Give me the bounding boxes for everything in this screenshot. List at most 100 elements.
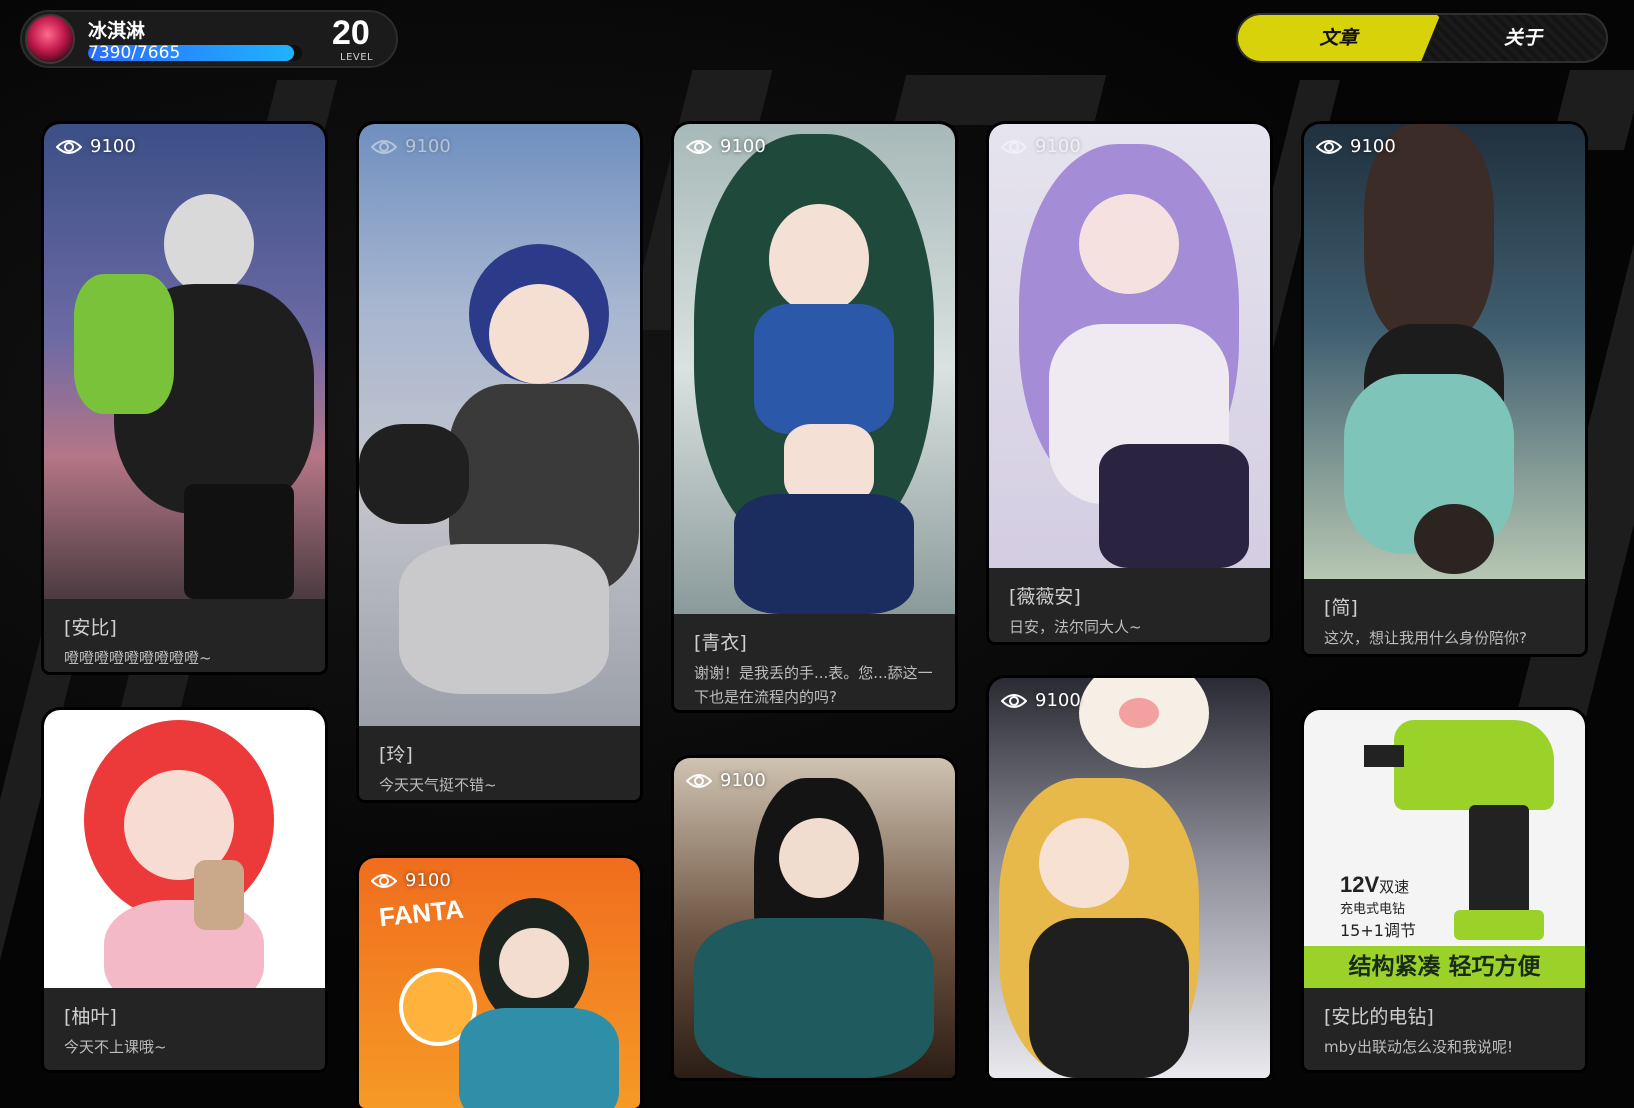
girl-with-headphones-illustration: 9100 [44,124,325,599]
card-description: 今天不上课哦~ [64,1035,305,1059]
card-description: mby出联动怎么没和我说呢! [1324,1035,1565,1059]
character-face [779,818,859,898]
view-count: 9100 [1001,136,1081,157]
blue-shorts [734,494,914,614]
drill-chuck [1364,745,1404,767]
eye-icon [56,138,82,156]
drill-banner: 结构紧凑 轻巧方便 [1304,946,1585,988]
card-description: 这次，想让我用什么身份陪你? [1324,626,1565,650]
article-card[interactable]: FANTA 9100 [359,858,640,1108]
view-count: 9100 [1316,136,1396,157]
article-card[interactable]: 9100 [989,678,1270,1078]
article-card[interactable]: [柚叶] 今天不上课哦~ [44,710,325,1070]
bg-stroke [894,75,1106,125]
card-title: [薇薇安] [1009,582,1250,609]
card-title: [安比的电钻] [1324,1002,1565,1029]
top-nav: 文章 关于 [1236,13,1608,63]
green-haired-girl-illustration: 9100 [674,124,955,614]
upside-down-girl-illustration: 9100 [1304,124,1585,579]
character-face [1079,194,1179,294]
drill-speed: 双速 [1379,878,1409,896]
card-description: 日安，法尔同大人~ [1009,615,1250,639]
dark-skirt [1099,444,1249,568]
character-legs [399,544,609,694]
drill-adjust: 15+1调节 [1340,917,1416,941]
view-count: 9100 [686,770,766,791]
article-card[interactable]: 9100 [薇薇安] 日安，法尔同大人~ [989,124,1270,642]
view-count: 9100 [371,136,451,157]
blonde-bear-girl-illustration: 9100 [989,678,1270,1078]
tab-articles[interactable]: 文章 [1236,13,1441,63]
purple-haired-girl-illustration: 9100 [989,124,1270,568]
girl-with-bunny-bot-illustration: 9100 [359,124,640,726]
card-title: [青衣] [694,628,935,655]
level-label: LEVEL [340,52,373,63]
bunny-bot [359,424,469,524]
article-card[interactable]: 9100 [玲] 今天天气挺不错~ [359,124,640,800]
view-count-value: 9100 [90,136,136,157]
eye-icon [1001,138,1027,156]
article-card[interactable]: 9100 [674,758,955,1078]
paw-pad [1119,698,1159,728]
view-count-value: 9100 [405,870,451,891]
card-description: 今天天气挺不错~ [379,773,620,797]
article-card[interactable]: 9100 [简] 这次，想让我用什么身份陪你? [1304,124,1585,654]
eye-icon [371,138,397,156]
drill-battery [1454,910,1544,940]
eye-icon [1001,692,1027,710]
red-haired-girl-with-tea-illustration [44,710,325,988]
dark-hair [1414,504,1494,574]
brand-logo: FANTA [378,894,466,934]
xp-text: 7390/7665 [88,43,180,63]
card-description: 谢谢！是我丢的手...表。您...舔这一下也是在流程内的吗? [694,661,935,709]
card-description: 噔噔噔噔噔噔噔噔噔~ [64,646,305,670]
eye-icon [686,138,712,156]
fanta-fox-girl-illustration: FANTA 9100 [359,858,640,1108]
card-title: [安比] [64,613,305,640]
view-count-value: 9100 [1035,136,1081,157]
teal-jacket [694,918,934,1078]
bubble-tea-cup [194,860,244,930]
eye-icon [686,772,712,790]
character-face [769,204,869,314]
character-face [1039,818,1129,908]
card-title: [柚叶] [64,1002,305,1029]
character-face [489,284,589,384]
drill-handle [1469,805,1529,915]
view-count-value: 9100 [1350,136,1396,157]
view-count: 9100 [1001,690,1081,711]
green-backpack [74,274,174,414]
article-card[interactable]: 12V双速 充电式电钻 15+1调节 结构紧凑 轻巧方便 [安比的电钻] mby… [1304,710,1585,1070]
card-title: [简] [1324,593,1565,620]
eye-icon [1316,138,1342,156]
card-title: [玲] [379,740,620,767]
black-fox-girl-illustration: 9100 [674,758,955,1078]
article-card[interactable]: 9100 [青衣] 谢谢！是我丢的手...表。您...舔这一下也是在流程内的吗? [674,124,955,710]
view-count-value: 9100 [1035,690,1081,711]
user-profile-panel[interactable]: 冰淇淋 7390/7665 20 LEVEL [20,10,398,68]
view-count-value: 9100 [405,136,451,157]
level-number: 20 [332,14,370,53]
drill-type: 充电式电钻 [1340,898,1416,917]
view-count-value: 9100 [720,770,766,791]
drill-body [1394,720,1554,810]
drill-spec: 12V双速 充电式电钻 15+1调节 [1340,872,1416,941]
view-count: 9100 [686,136,766,157]
eye-icon [371,872,397,890]
username: 冰淇淋 [88,16,145,43]
character-head [164,194,254,294]
character-jacket [459,1008,619,1108]
view-count: 9100 [371,870,451,891]
avatar[interactable] [25,14,75,64]
character-legs [184,484,294,599]
character-midriff [784,424,874,504]
tab-about[interactable]: 关于 [1438,15,1608,61]
view-count: 9100 [56,136,136,157]
drill-voltage: 12V [1340,872,1379,897]
power-drill-illustration: 12V双速 充电式电钻 15+1调节 结构紧凑 轻巧方便 [1304,710,1585,988]
view-count-value: 9100 [720,136,766,157]
article-card[interactable]: 9100 [安比] 噔噔噔噔噔噔噔噔噔~ [44,124,325,672]
character-face [499,928,569,998]
blue-top [754,304,894,434]
character-outfit [1029,918,1189,1078]
